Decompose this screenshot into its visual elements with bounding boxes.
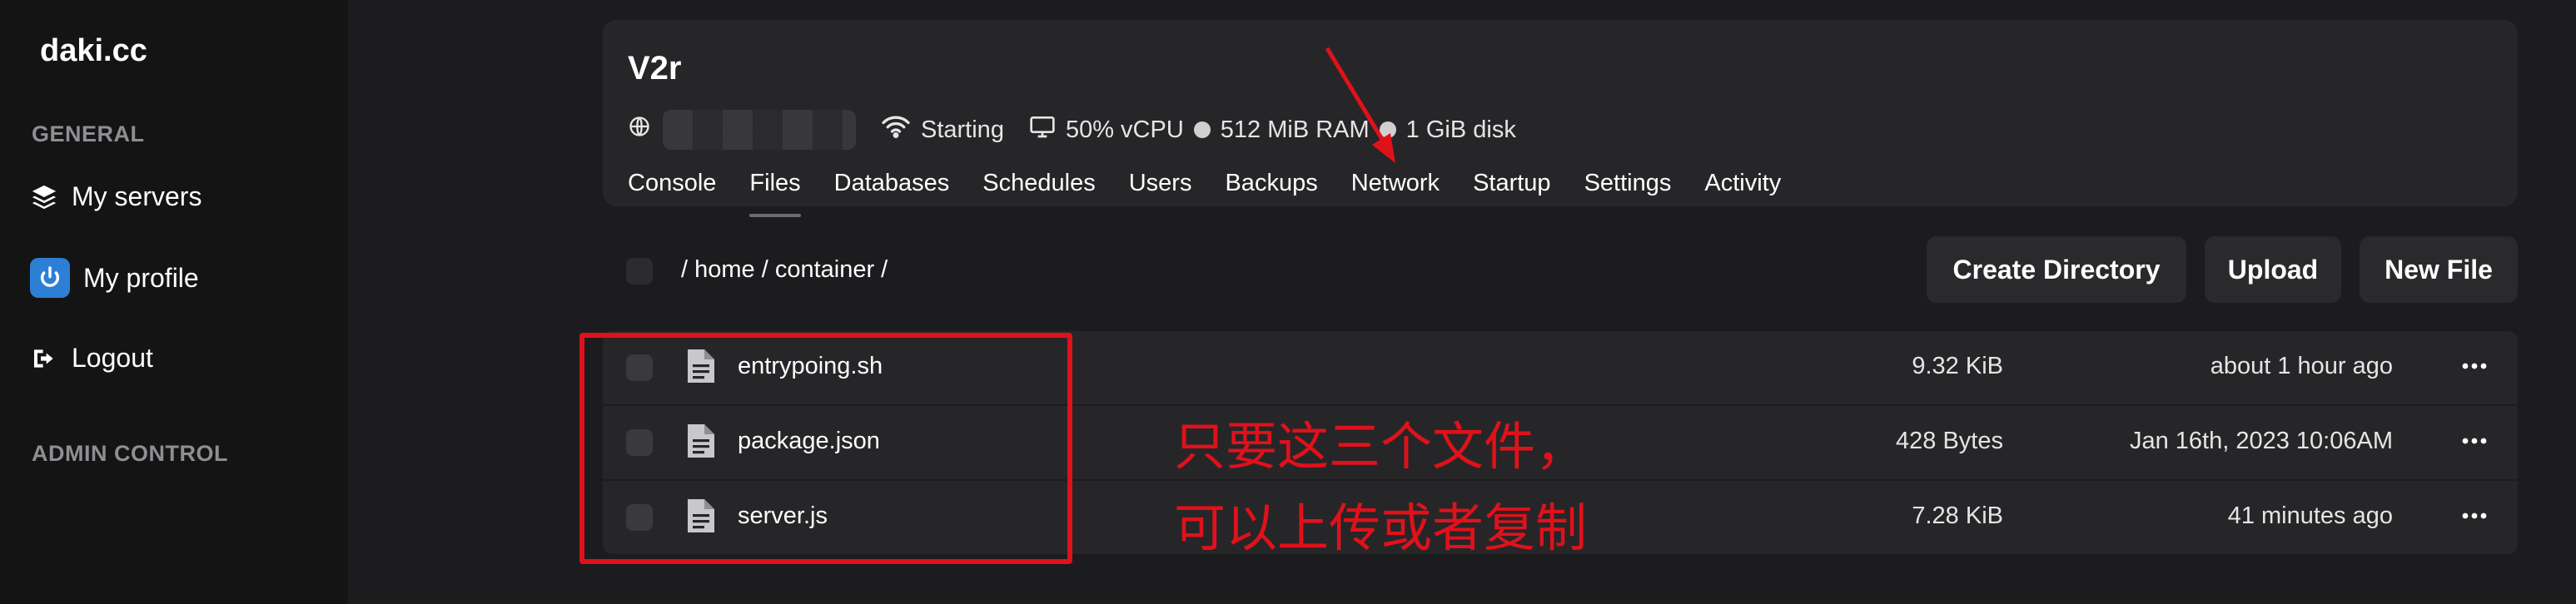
server-status: Starting [921, 116, 1004, 143]
file-size: 7.28 KiB [1912, 503, 2003, 529]
new-file-button[interactable]: New File [2360, 236, 2518, 303]
table-row[interactable]: entrypoing.sh 9.32 KiB about 1 hour ago [603, 331, 2518, 404]
tab-schedules[interactable]: Schedules [982, 170, 1095, 212]
section-label-admin-control: ADMIN CONTROL [32, 441, 228, 466]
more-options-icon[interactable] [2454, 424, 2494, 458]
section-label-general: GENERAL [32, 121, 145, 146]
status-group: Starting [881, 115, 1004, 145]
disk-value: 1 GiB disk [1405, 116, 1516, 143]
row-checkbox[interactable] [626, 504, 653, 531]
annotation-text-line-1: 只要这三个文件， [1174, 416, 1588, 477]
tab-activity[interactable]: Activity [1704, 170, 1781, 212]
row-checkbox[interactable] [626, 429, 653, 456]
logout-icon [30, 344, 58, 373]
sidebar-item-my-servers[interactable]: My servers [30, 181, 201, 212]
sidebar-item-label: Logout [72, 343, 153, 373]
file-modified: about 1 hour ago [2210, 353, 2393, 379]
file-icon [688, 349, 714, 383]
brand-logo-text[interactable]: daki.cc [40, 33, 147, 69]
server-meta: Starting 50% vCPU 512 MiB RAM 1 GiB disk [628, 110, 1516, 150]
file-icon [688, 424, 714, 458]
tab-settings[interactable]: Settings [1584, 170, 1672, 212]
stack-icon [30, 183, 58, 211]
file-modified: Jan 16th, 2023 10:06AM [2129, 428, 2393, 454]
power-icon [30, 258, 70, 298]
sidebar-item-my-profile[interactable]: My profile [30, 258, 199, 298]
tab-backups[interactable]: Backups [1225, 170, 1317, 212]
tab-files[interactable]: Files [749, 170, 801, 217]
file-icon [688, 499, 714, 532]
file-size: 9.32 KiB [1912, 353, 2003, 379]
cpu-value: 50% vCPU [1065, 116, 1184, 143]
sidebar-item-label: My servers [72, 181, 202, 211]
row-checkbox[interactable] [626, 354, 653, 381]
resource-group: 50% vCPU 512 MiB RAM 1 GiB disk [1029, 115, 1516, 145]
file-name[interactable]: server.js [738, 503, 828, 530]
sidebar-item-label: My profile [83, 262, 199, 293]
tab-network[interactable]: Network [1351, 170, 1440, 212]
server-header-card: V2r Starting 50% vCPU 512 MiB RAM 1 GiB … [603, 20, 2518, 217]
separator-dot [1193, 121, 1211, 138]
tab-startup[interactable]: Startup [1473, 170, 1551, 212]
server-name: V2r [628, 50, 682, 87]
redacted-address [663, 110, 856, 150]
ram-value: 512 MiB RAM [1220, 116, 1370, 143]
more-options-icon[interactable] [2454, 349, 2494, 383]
more-options-icon[interactable] [2454, 499, 2494, 532]
server-tabs: Console Files Databases Schedules Users … [628, 170, 1781, 217]
file-size: 428 Bytes [1896, 428, 2003, 454]
sidebar: daki.cc GENERAL My servers My profile Lo… [0, 0, 348, 604]
sidebar-item-logout[interactable]: Logout [30, 343, 153, 374]
separator-dot [1379, 121, 1396, 138]
select-all-checkbox[interactable] [626, 258, 653, 285]
tab-databases[interactable]: Databases [834, 170, 950, 212]
file-name[interactable]: entrypoing.sh [738, 353, 883, 380]
file-name[interactable]: package.json [738, 428, 880, 455]
annotation-text-line-2: 可以上传或者复制 [1174, 498, 1588, 558]
tab-users[interactable]: Users [1129, 170, 1192, 212]
file-modified: 41 minutes ago [2227, 503, 2393, 529]
upload-button[interactable]: Upload [2205, 236, 2341, 303]
globe-icon [628, 115, 651, 145]
breadcrumb[interactable]: / home / container / [681, 256, 888, 284]
create-directory-button[interactable]: Create Directory [1927, 236, 2186, 303]
monitor-icon [1029, 115, 1056, 145]
wifi-icon [881, 115, 911, 145]
tab-console[interactable]: Console [628, 170, 716, 212]
